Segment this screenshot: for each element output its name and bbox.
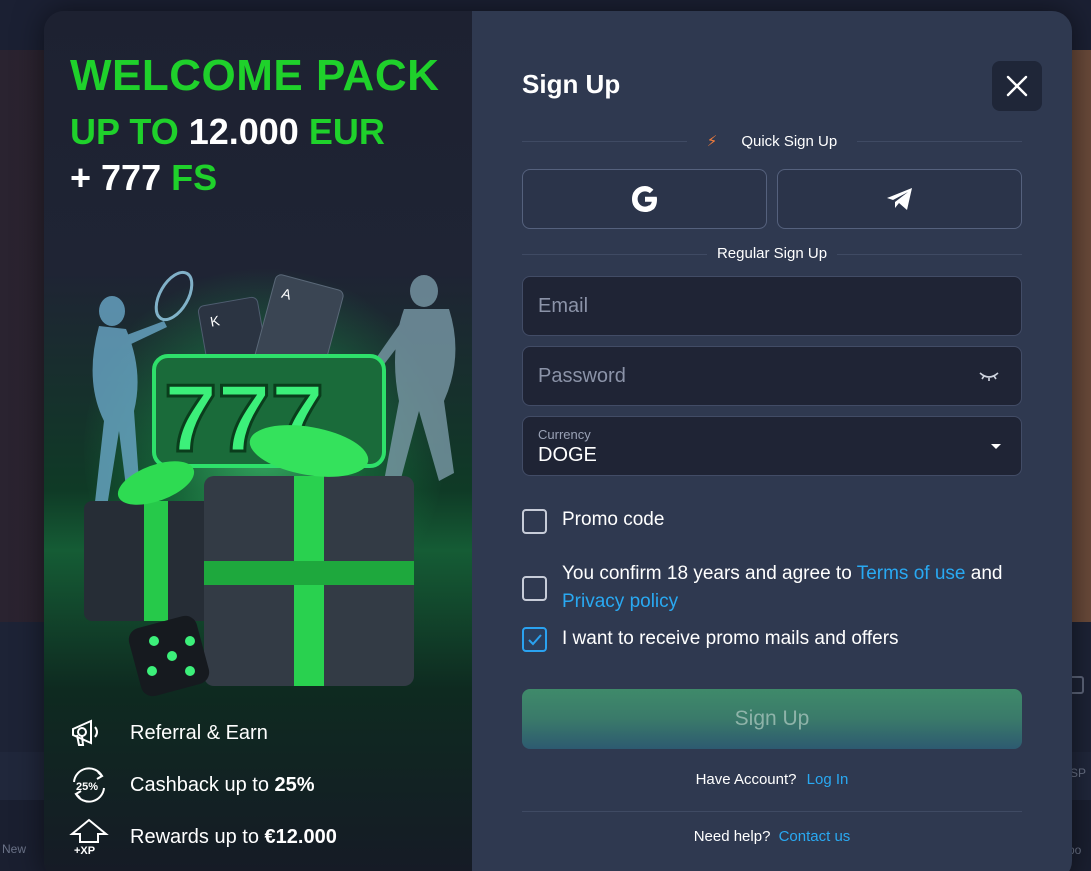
close-button[interactable] — [992, 61, 1042, 111]
close-icon — [1006, 75, 1028, 97]
bolt-icon: ⚡ — [696, 133, 728, 150]
cashback-icon-text: 25% — [76, 781, 98, 793]
signup-button[interactable]: Sign Up — [522, 689, 1022, 749]
feature-referral: Referral & Earn — [68, 707, 337, 759]
privacy-policy-link[interactable]: Privacy policy — [562, 591, 678, 612]
help-divider — [522, 811, 1022, 812]
promo-title: WELCOME PACK — [70, 51, 440, 100]
signup-modal: WELCOME PACK UP TO 12.000 EUR + 777 FS K… — [44, 11, 1072, 871]
regular-signup-heading: Regular Sign Up — [522, 245, 1022, 262]
feature-rewards: +XP Rewards up to €12.000 — [68, 811, 337, 863]
google-signup-button[interactable] — [522, 169, 767, 229]
xp-icon-text: +XP — [74, 845, 95, 857]
promo-fs-line: + 777 FS — [70, 157, 217, 199]
feature-rewards-text: Rewards up to €12.000 — [130, 825, 337, 848]
promo-amount-prefix: UP TO — [70, 111, 179, 152]
login-link[interactable]: Log In — [807, 771, 849, 788]
promo-illustration: K A 777 — [84, 270, 456, 697]
promo-panel: WELCOME PACK UP TO 12.000 EUR + 777 FS K… — [44, 11, 472, 871]
promo-amount-suffix: EUR — [308, 111, 385, 152]
terms-checkbox[interactable] — [522, 576, 547, 601]
contact-us-link[interactable]: Contact us — [779, 828, 851, 845]
feature-cashback-text: Cashback up to 25% — [130, 773, 315, 796]
quick-signup-heading: ⚡ Quick Sign Up — [522, 132, 1022, 150]
currency-value: DOGE — [538, 444, 597, 466]
telegram-icon — [886, 188, 912, 210]
promo-amount-value: 12.000 — [188, 111, 299, 152]
need-help-text: Need help? — [693, 828, 771, 845]
have-account-row: Have Account? Log In — [522, 771, 1022, 788]
backdrop-right-text: SP — [1070, 766, 1087, 780]
promo-fs-value: + 777 — [70, 157, 162, 198]
eye-closed-icon[interactable] — [979, 371, 999, 381]
promo-mails-label: I want to receive promo mails and offers — [562, 628, 899, 649]
chevron-down-icon — [991, 444, 1001, 449]
promo-amount-line: UP TO 12.000 EUR — [70, 111, 385, 153]
feature-cashback: 25% Cashback up to 25% — [68, 759, 337, 811]
page-title: Sign Up — [522, 69, 621, 99]
currency-label: Currency — [538, 427, 591, 442]
password-field-wrapper — [522, 346, 1022, 406]
google-icon — [631, 186, 657, 212]
terms-of-use-link[interactable]: Terms of use — [857, 563, 966, 584]
checkmark-icon — [527, 633, 542, 645]
need-help-row: Need help? Contact us — [522, 828, 1022, 845]
cashback-25-icon: 25% — [68, 764, 110, 806]
terms-label: You confirm 18 years and agree to Terms … — [562, 563, 1003, 612]
xp-arrow-icon: +XP — [68, 816, 110, 858]
have-account-text: Have Account? — [695, 771, 797, 788]
dice — [128, 615, 210, 697]
email-field-wrapper — [522, 276, 1022, 336]
currency-select[interactable]: Currency DOGE — [522, 416, 1022, 476]
megaphone-icon — [68, 712, 110, 754]
password-field[interactable] — [538, 364, 958, 388]
promo-code-checkbox[interactable] — [522, 509, 547, 534]
telegram-signup-button[interactable] — [777, 169, 1022, 229]
backdrop-left-text: New — [2, 842, 27, 856]
feature-referral-text: Referral & Earn — [130, 721, 268, 744]
promo-fs-suffix: FS — [171, 157, 218, 198]
promo-features: Referral & Earn 25% Cashback up to 25% +… — [68, 707, 337, 863]
signup-form-panel: Sign Up ⚡ Quick Sign Up Regular Sign Up … — [472, 11, 1072, 871]
footballer-figure — [374, 275, 456, 486]
promo-mails-checkbox[interactable] — [522, 627, 547, 652]
promo-code-label: Promo code — [562, 509, 665, 530]
email-field[interactable] — [538, 294, 958, 318]
